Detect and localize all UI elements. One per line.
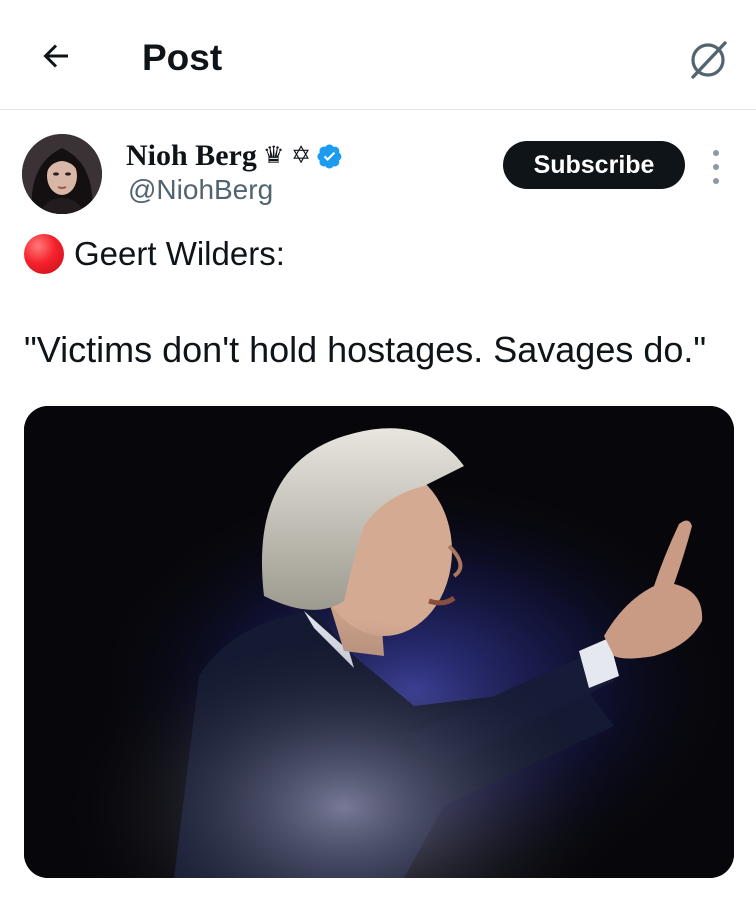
subscribe-button[interactable]: Subscribe: [503, 141, 685, 189]
page-title: Post: [142, 37, 223, 78]
more-options-button[interactable]: [702, 150, 730, 184]
back-button[interactable]: [36, 36, 76, 76]
arrow-left-icon: [43, 44, 68, 68]
author-name-row: Nioh Berg ♛ ✡: [126, 138, 343, 174]
name-emoji: ♛ ✡: [262, 142, 312, 169]
author-handle[interactable]: @NiohBerg: [128, 172, 273, 208]
avatar[interactable]: [22, 134, 102, 214]
tweet-text-line: Geert Wilders:: [24, 232, 285, 276]
grok-icon: [691, 41, 727, 79]
tweet-headline: Geert Wilders:: [74, 235, 285, 272]
more-vertical-icon: [713, 150, 719, 156]
tweet-media-photo[interactable]: [24, 406, 734, 878]
author-name[interactable]: Nioh Berg: [126, 139, 257, 173]
grok-button[interactable]: [684, 36, 732, 84]
top-bar: Post: [0, 0, 756, 110]
verified-badge-icon: [317, 143, 343, 169]
avatar-photo: [22, 134, 102, 214]
tweet-quote: "Victims don't hold hostages. Savages do…: [24, 329, 707, 370]
red-circle-icon: [24, 234, 64, 274]
photo-illustration: [24, 406, 734, 878]
